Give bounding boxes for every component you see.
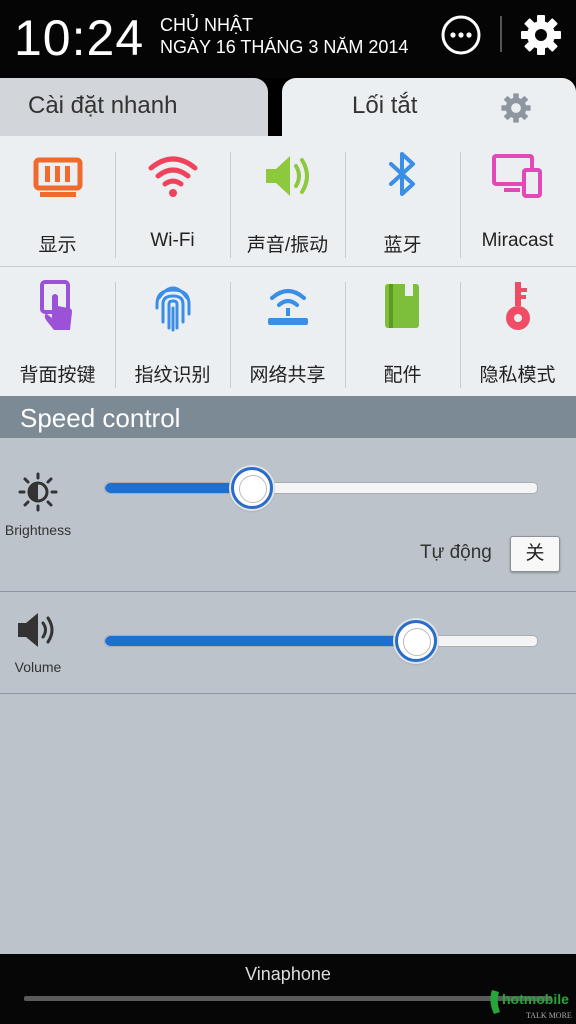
- more-icon: [441, 15, 481, 55]
- toggle-back-touch[interactable]: 背面按键: [0, 266, 115, 386]
- grid-divider: [115, 282, 116, 388]
- grid-divider: [345, 152, 346, 258]
- grid-divider: [460, 152, 461, 258]
- row-divider: [0, 693, 576, 694]
- slider-panel: Brightness Tự động 关 Volume: [0, 438, 576, 954]
- quick-toggle-grid: 显示 Wi-Fi 声音/振动 蓝牙 Miracast 背面按键 指纹识别 网络共…: [0, 136, 576, 396]
- speed-control-title: Speed control: [20, 403, 181, 433]
- drag-handle[interactable]: [24, 996, 552, 1001]
- day-label: CHỦ NHẬT: [160, 15, 253, 35]
- toggle-wifi[interactable]: Wi-Fi: [115, 136, 230, 256]
- date-label: NGÀY 16 THÁNG 3 NĂM 2014: [160, 37, 409, 57]
- watermark-text: hotmobile: [502, 991, 569, 1007]
- toggle-label: 显示: [38, 235, 77, 256]
- grid-divider: [230, 282, 231, 388]
- toggle-tethering[interactable]: 网络共享: [230, 266, 345, 386]
- grid-divider: [460, 282, 461, 388]
- date-display: CHỦ NHẬT NGÀY 16 THÁNG 3 NĂM 2014: [160, 14, 408, 58]
- toggle-label: 网络共享: [249, 365, 326, 386]
- speaker-icon: [266, 156, 309, 196]
- toggle-miracast[interactable]: Miracast: [460, 136, 575, 256]
- carrier-bar: Vinaphone hotmobile TALK MORE: [0, 954, 576, 1024]
- status-header: 10:24 CHỦ NHẬT NGÀY 16 THÁNG 3 NĂM 2014: [0, 0, 576, 78]
- back-touch-icon: [40, 280, 72, 330]
- more-options-button[interactable]: [438, 12, 484, 58]
- toggle-label: 隐私模式: [479, 365, 556, 386]
- volume-slider-fill: [105, 636, 417, 646]
- speed-control-header: Speed control: [0, 396, 576, 438]
- row-divider: [0, 591, 576, 592]
- grid-divider: [0, 266, 576, 267]
- toggle-fingerprint[interactable]: 指纹识别: [115, 266, 230, 386]
- grid-divider: [230, 152, 231, 258]
- watermark-logo: hotmobile TALK MORE: [490, 990, 572, 1020]
- grid-divider: [115, 152, 116, 258]
- tab-gear-icon[interactable]: [500, 92, 532, 124]
- wifi-icon: [148, 156, 198, 197]
- toggle-bluetooth[interactable]: 蓝牙: [345, 136, 460, 256]
- gear-icon: [521, 15, 561, 55]
- miracast-icon: [492, 154, 542, 198]
- toggle-label: 配件: [383, 365, 422, 386]
- auto-brightness-label: Tự động: [420, 542, 492, 563]
- toggle-display[interactable]: 显示: [0, 136, 115, 256]
- toggle-label: Miracast: [481, 230, 554, 251]
- volume-icon: [18, 613, 54, 647]
- volume-slider-thumb[interactable]: [395, 620, 437, 662]
- toggle-accessory[interactable]: 配件: [345, 266, 460, 386]
- watermark-tagline: TALK MORE: [526, 1011, 572, 1020]
- brightness-slider-thumb[interactable]: [231, 467, 273, 509]
- brightness-icon: [18, 472, 58, 512]
- brightness-label: Brightness: [4, 522, 72, 538]
- clock: 10:24: [14, 10, 145, 66]
- volume-label: Volume: [14, 659, 62, 675]
- accessory-icon: [385, 284, 419, 328]
- toggle-label: 蓝牙: [383, 235, 422, 256]
- key-icon: [506, 282, 530, 330]
- tab-quick-settings[interactable]: Cài đặt nhanh: [0, 78, 268, 136]
- toggle-label: Wi-Fi: [150, 230, 195, 251]
- tab-quick-settings-label: Cài đặt nhanh: [28, 92, 178, 119]
- bluetooth-icon: [389, 152, 415, 196]
- tab-shortcuts-label: Lối tắt: [352, 92, 418, 119]
- auto-brightness-toggle[interactable]: 关: [510, 536, 560, 572]
- toggle-label: 指纹识别: [134, 365, 211, 386]
- header-divider: [500, 16, 502, 52]
- brightness-slider[interactable]: [104, 482, 538, 494]
- volume-slider[interactable]: [104, 635, 538, 647]
- tab-shortcuts[interactable]: Lối tắt: [282, 78, 576, 136]
- hotspot-icon: [268, 289, 308, 325]
- display-icon: [33, 157, 83, 197]
- tab-bar: Cài đặt nhanh Lối tắt: [0, 78, 576, 136]
- fingerprint-icon: [155, 286, 191, 332]
- settings-button[interactable]: [518, 12, 564, 58]
- toggle-label: 背面按键: [19, 365, 96, 386]
- grid-divider: [345, 282, 346, 388]
- toggle-sound[interactable]: 声音/振动: [230, 136, 345, 256]
- toggle-label: 声音/振动: [246, 235, 329, 256]
- toggle-privacy-mode[interactable]: 隐私模式: [460, 266, 575, 386]
